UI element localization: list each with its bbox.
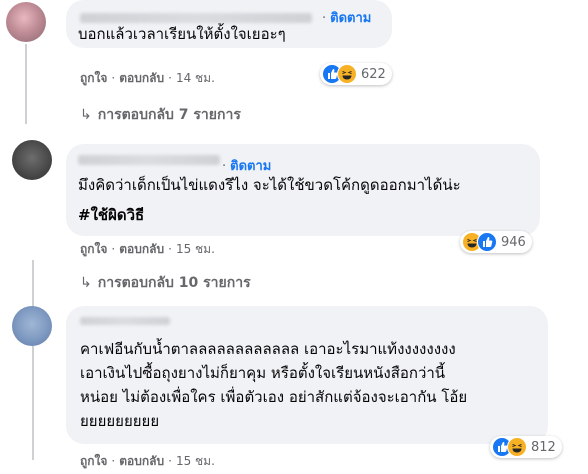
view-replies-button[interactable]: ↳ การตอบกลับ 7 รายการ [80, 104, 241, 126]
reaction-summary[interactable]: 622 [320, 63, 392, 85]
reaction-count: 622 [361, 66, 386, 82]
avatar[interactable] [12, 140, 52, 180]
avatar[interactable] [6, 2, 46, 42]
comment-text-line: ยยยยยยยยย [80, 412, 160, 430]
reply-button[interactable]: ตอบกลับ [119, 71, 164, 85]
reply-button[interactable]: ตอบกลับ [119, 242, 164, 256]
avatar[interactable] [12, 306, 52, 346]
haha-icon [507, 437, 527, 457]
reaction-count: 812 [531, 439, 556, 455]
author-name-redacted [80, 317, 170, 325]
comment-text: มึงคิดว่าเด็กเป็นไข่แดงรึไง จะได้ใช้ขวดโ… [78, 176, 461, 194]
reaction-count: 946 [501, 234, 526, 250]
like-button[interactable]: ถูกใจ [80, 454, 107, 468]
author-name-redacted [78, 155, 220, 165]
timestamp[interactable]: 15 ชม. [176, 454, 215, 468]
author-name-redacted [80, 13, 312, 23]
comment-text-line: เอาเงินไปซื้อถุงยางไม่ก็ยาคุม หรือตั้งใจ… [80, 364, 446, 382]
reply-arrow-icon: ↳ [80, 107, 92, 123]
haha-icon [337, 64, 357, 84]
comment-actions: ถูกใจ · ตอบกลับ · 14 ชม. [80, 71, 215, 85]
timestamp[interactable]: 15 ชม. [176, 242, 215, 256]
reaction-summary[interactable]: 946 [460, 231, 532, 253]
hashtag-link[interactable]: #ใช้ผิดวิธี [78, 204, 144, 226]
like-button[interactable]: ถูกใจ [80, 242, 107, 256]
comment-3: คาเฟอีนกับน้ำตาลลลลลลลลลลลล เอาอะไรมาแท้… [0, 300, 588, 474]
timestamp[interactable]: 14 ชม. [176, 71, 215, 85]
reaction-summary[interactable]: 812 [490, 436, 562, 458]
comment-1: · ติดตาม บอกแล้วเวลาเรียนให้ตั้งใจเยอะๆ 6… [0, 0, 588, 130]
comment-text: บอกแล้วเวลาเรียนให้ตั้งใจเยอะๆ [78, 25, 286, 43]
follow-link[interactable]: · ติดตาม [322, 7, 371, 28]
like-icon [477, 232, 497, 252]
comment-text-line: หน่อย ไม่ต้องเพื่อใคร เพื่อตัวเอง อย่าสั… [80, 388, 468, 406]
reply-button[interactable]: ตอบกลับ [119, 454, 164, 468]
comment-2: · ติดตาม มึงคิดว่าเด็กเป็นไข่แดงรึไง จะได… [0, 138, 588, 291]
comment-actions: ถูกใจ · ตอบกลับ · 15 ชม. [80, 454, 215, 468]
comment-text-line: คาเฟอีนกับน้ำตาลลลลลลลลลลลล เอาอะไรมาแท้… [80, 340, 456, 358]
like-button[interactable]: ถูกใจ [80, 71, 107, 85]
view-replies-button[interactable]: ↳ การตอบกลับ 10 รายการ [80, 272, 251, 294]
comment-actions: ถูกใจ · ตอบกลับ · 15 ชม. [80, 242, 215, 256]
reply-arrow-icon: ↳ [80, 275, 92, 291]
follow-link[interactable]: · ติดตาม [222, 155, 271, 176]
